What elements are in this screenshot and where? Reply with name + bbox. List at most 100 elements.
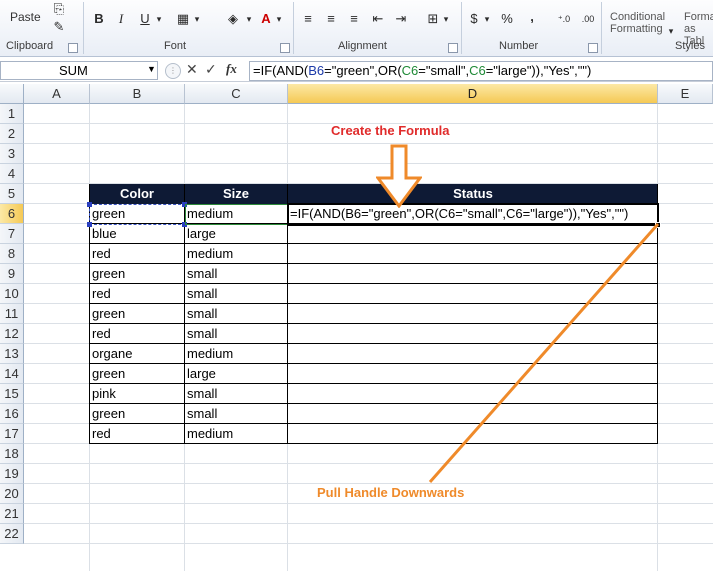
- cell-size[interactable]: small: [185, 284, 288, 304]
- formula-input[interactable]: =IF(AND(B6="green",OR(C6="small",C6="lar…: [249, 61, 713, 81]
- selection-handle[interactable]: [87, 202, 92, 207]
- row-header-5[interactable]: 5: [0, 184, 24, 204]
- percent-button[interactable]: %: [500, 10, 514, 28]
- column-header-c[interactable]: C: [185, 84, 288, 104]
- header-size[interactable]: Size: [185, 184, 288, 204]
- cell-color[interactable]: green: [90, 404, 185, 424]
- cell-color[interactable]: red: [90, 424, 185, 444]
- row-header-10[interactable]: 10: [0, 284, 24, 304]
- cell-size[interactable]: medium: [185, 244, 288, 264]
- borders-dropdown-icon[interactable]: ▾: [192, 10, 202, 28]
- enter-icon[interactable]: ✓: [205, 61, 217, 78]
- conditional-dropdown-icon[interactable]: ▾: [666, 22, 676, 40]
- header-color[interactable]: Color: [90, 184, 185, 204]
- column-header-e[interactable]: E: [658, 84, 713, 104]
- align-right-icon[interactable]: ≡: [346, 10, 362, 28]
- number-launcher-icon[interactable]: [588, 43, 598, 53]
- cell-status[interactable]: [288, 304, 658, 324]
- underline-button[interactable]: U: [138, 10, 152, 28]
- row-header-4[interactable]: 4: [0, 164, 24, 184]
- row-header-14[interactable]: 14: [0, 364, 24, 384]
- decrease-decimal-icon[interactable]: .00: [578, 10, 598, 28]
- cell-size[interactable]: small: [185, 304, 288, 324]
- cell-status[interactable]: [288, 244, 658, 264]
- row-header-11[interactable]: 11: [0, 304, 24, 324]
- selection-handle[interactable]: [182, 222, 187, 227]
- increase-decimal-icon[interactable]: ⁺.0: [554, 10, 574, 28]
- cancel-icon[interactable]: ✕: [186, 61, 198, 78]
- cell-color[interactable]: green: [90, 264, 185, 284]
- font-color-icon[interactable]: A: [258, 10, 274, 28]
- cell-color[interactable]: organe: [90, 344, 185, 364]
- cell-color[interactable]: green: [90, 204, 185, 224]
- cell-status[interactable]: [288, 384, 658, 404]
- select-all-corner[interactable]: [0, 84, 24, 104]
- row-header-12[interactable]: 12: [0, 324, 24, 344]
- cell-size[interactable]: small: [185, 404, 288, 424]
- row-header-20[interactable]: 20: [0, 484, 24, 504]
- row-header-21[interactable]: 21: [0, 504, 24, 524]
- cell-status[interactable]: [288, 424, 658, 444]
- merge-center-icon[interactable]: ⊞: [425, 10, 441, 28]
- fill-handle[interactable]: [655, 222, 661, 228]
- row-header-18[interactable]: 18: [0, 444, 24, 464]
- fill-dropdown-icon[interactable]: ▾: [244, 10, 254, 28]
- cell-size[interactable]: large: [185, 224, 288, 244]
- cell-status[interactable]: [288, 284, 658, 304]
- italic-button[interactable]: I: [114, 10, 128, 28]
- column-header-d[interactable]: D: [288, 84, 658, 104]
- format-painter-icon[interactable]: ✎: [50, 18, 68, 36]
- cell-status[interactable]: =IF(AND(B6="green",OR(C6="small",C6="lar…: [288, 204, 658, 224]
- row-header-22[interactable]: 22: [0, 524, 24, 544]
- cell-color[interactable]: green: [90, 304, 185, 324]
- row-header-13[interactable]: 13: [0, 344, 24, 364]
- row-header-1[interactable]: 1: [0, 104, 24, 124]
- align-left-icon[interactable]: ≡: [300, 10, 316, 28]
- cell-color[interactable]: red: [90, 284, 185, 304]
- cell-size[interactable]: medium: [185, 424, 288, 444]
- clipboard-launcher-icon[interactable]: [68, 43, 78, 53]
- cell-color[interactable]: blue: [90, 224, 185, 244]
- fill-color-icon[interactable]: ◈: [224, 10, 242, 28]
- cell-size[interactable]: medium: [185, 204, 288, 224]
- align-center-icon[interactable]: ≡: [323, 10, 339, 28]
- name-box[interactable]: SUM ▼: [0, 61, 158, 80]
- selection-handle[interactable]: [182, 202, 187, 207]
- font-launcher-icon[interactable]: [280, 43, 290, 53]
- column-header-a[interactable]: A: [24, 84, 90, 104]
- cell-size[interactable]: small: [185, 324, 288, 344]
- name-box-dropdown-icon[interactable]: ▼: [147, 64, 156, 74]
- row-header-2[interactable]: 2: [0, 124, 24, 144]
- cell-status[interactable]: [288, 224, 658, 244]
- bold-button[interactable]: B: [92, 10, 106, 28]
- borders-icon[interactable]: ▦: [174, 10, 192, 28]
- conditional-formatting-button[interactable]: Conditional Formatting: [610, 11, 665, 35]
- expand-icon[interactable]: ⋮: [165, 63, 181, 79]
- cell-size[interactable]: medium: [185, 344, 288, 364]
- currency-dropdown-icon[interactable]: ▾: [482, 10, 492, 28]
- cell-status[interactable]: [288, 264, 658, 284]
- row-header-3[interactable]: 3: [0, 144, 24, 164]
- row-header-7[interactable]: 7: [0, 224, 24, 244]
- cell-status[interactable]: [288, 364, 658, 384]
- row-header-9[interactable]: 9: [0, 264, 24, 284]
- cell-size[interactable]: small: [185, 264, 288, 284]
- cell-size[interactable]: small: [185, 384, 288, 404]
- column-header-b[interactable]: B: [90, 84, 185, 104]
- comma-button[interactable]: ,: [526, 8, 538, 26]
- cell-size[interactable]: large: [185, 364, 288, 384]
- row-header-8[interactable]: 8: [0, 244, 24, 264]
- currency-button[interactable]: $: [468, 10, 480, 28]
- cell-color[interactable]: red: [90, 324, 185, 344]
- paste-button[interactable]: Paste: [10, 10, 41, 24]
- cell-color[interactable]: pink: [90, 384, 185, 404]
- row-header-17[interactable]: 17: [0, 424, 24, 444]
- cell-status[interactable]: [288, 404, 658, 424]
- alignment-launcher-icon[interactable]: [448, 43, 458, 53]
- merge-dropdown-icon[interactable]: ▾: [441, 10, 451, 28]
- decrease-indent-icon[interactable]: ⇤: [370, 10, 386, 28]
- underline-dropdown-icon[interactable]: ▾: [154, 10, 164, 28]
- selection-handle[interactable]: [87, 222, 92, 227]
- row-header-6[interactable]: 6: [0, 204, 24, 224]
- row-header-19[interactable]: 19: [0, 464, 24, 484]
